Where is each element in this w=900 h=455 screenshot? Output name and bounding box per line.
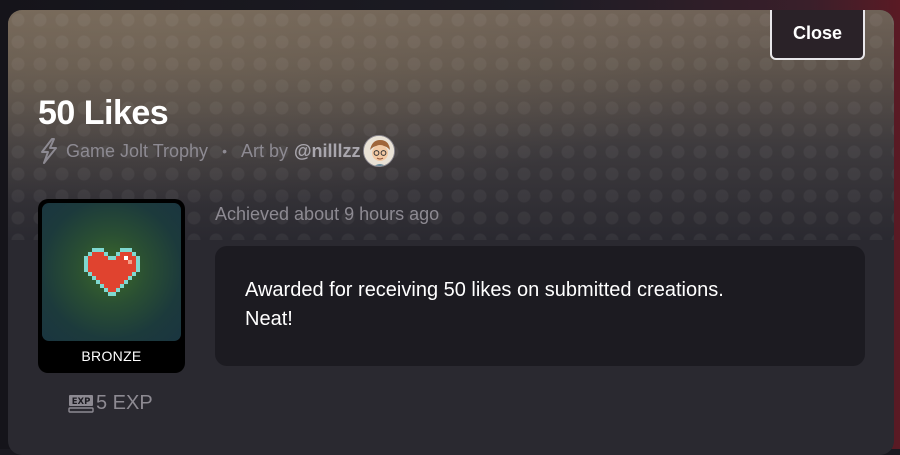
trophy-title: 50 Likes	[38, 94, 169, 132]
description-line-2: Neat!	[245, 308, 293, 330]
exp-reward: EXP 5 EXP	[68, 392, 153, 415]
trophy-modal: Close 50 Likes Game Jolt Trophy • Art by…	[8, 10, 894, 455]
trophy-type-label: Game Jolt Trophy	[66, 140, 209, 161]
lightning-bolt-icon	[38, 138, 60, 164]
pixel-heart-icon	[83, 248, 140, 296]
artist-link[interactable]: @nilllzz	[294, 141, 361, 162]
achieved-timestamp: Achieved about 9 hours ago	[215, 204, 440, 224]
trophy-tier-label: BRONZE	[81, 348, 142, 364]
artist-avatar[interactable]	[362, 135, 395, 167]
exp-value: 5 EXP	[96, 392, 153, 414]
svg-text:EXP: EXP	[72, 397, 91, 407]
meta-separator: •	[222, 143, 227, 159]
trophy-meta: Game Jolt Trophy • Art by @nilllzz	[38, 135, 395, 167]
exp-icon: EXP	[68, 394, 94, 414]
trophy-card: BRONZE	[38, 199, 185, 373]
trophy-art	[42, 203, 181, 341]
art-by-label: Art by	[240, 140, 288, 161]
trophy-description: Awarded for receiving 50 likes on submit…	[215, 246, 865, 366]
close-button[interactable]: Close	[770, 10, 865, 60]
description-line-1: Awarded for receiving 50 likes on submit…	[245, 279, 724, 301]
